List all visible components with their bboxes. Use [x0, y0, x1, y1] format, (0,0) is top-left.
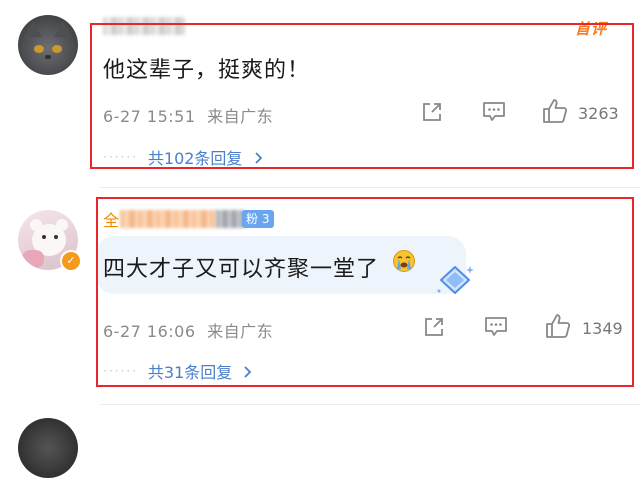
verified-badge-icon: ✓ [60, 250, 82, 272]
avatar[interactable] [18, 418, 78, 478]
highlight-box-2 [96, 197, 634, 387]
divider [100, 404, 640, 405]
divider [100, 187, 640, 188]
avatar[interactable] [18, 15, 78, 75]
highlight-box-1 [90, 23, 634, 169]
